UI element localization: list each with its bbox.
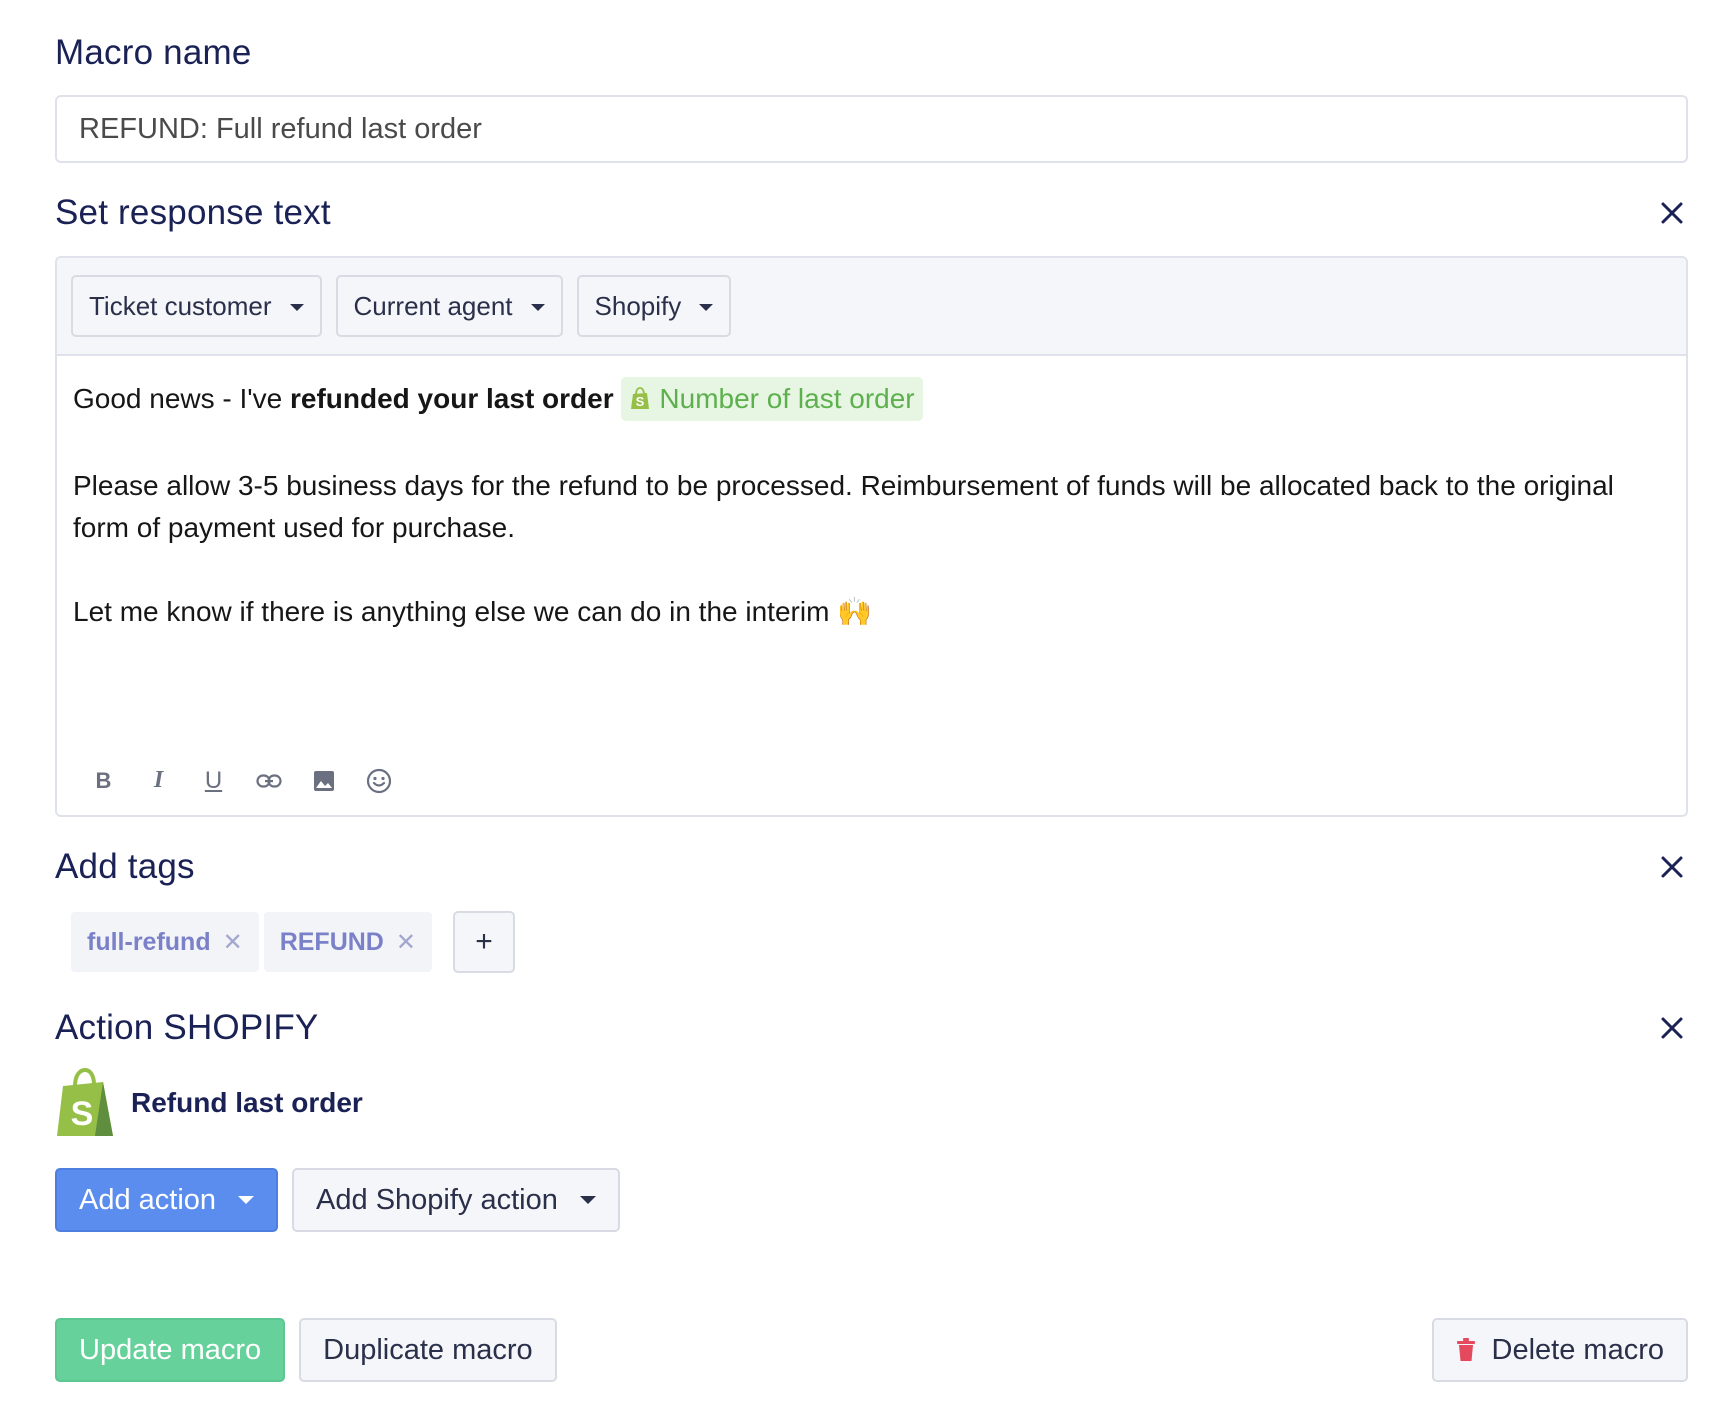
- remove-tag-icon[interactable]: ✕: [396, 928, 416, 957]
- tag-label: full-refund: [87, 927, 211, 956]
- footer-actions: Update macro Duplicate macro: [55, 1318, 557, 1382]
- response-text-area[interactable]: Good news - I've refunded your last orde…: [57, 356, 1686, 633]
- add-tag-button[interactable]: +: [452, 911, 515, 973]
- remove-response-close-icon[interactable]: [1656, 197, 1688, 229]
- remove-tags-close-icon[interactable]: [1656, 851, 1688, 883]
- variables-toolbar: Ticket customer Current agent Shopify: [57, 258, 1686, 356]
- remove-action-close-icon[interactable]: [1656, 1012, 1688, 1044]
- action-buttons: Add action Add Shopify action: [55, 1168, 620, 1232]
- tag-chip: REFUND ✕: [263, 912, 432, 972]
- remove-tag-icon[interactable]: ✕: [223, 928, 243, 957]
- italic-icon[interactable]: I: [142, 764, 175, 797]
- response-editor[interactable]: Ticket customer Current agent Shopify Go…: [55, 256, 1688, 817]
- macro-name-input[interactable]: [55, 95, 1688, 163]
- chevron-down-icon: [699, 303, 714, 311]
- response-paragraph-2: Please allow 3-5 business days for the r…: [73, 469, 1614, 543]
- ticket-customer-label: Ticket customer: [89, 290, 272, 321]
- link-icon[interactable]: [252, 764, 285, 797]
- formatting-toolbar: B I U: [87, 764, 395, 797]
- svg-text:S: S: [71, 1095, 94, 1133]
- response-line-1-bold: refunded your last order: [290, 383, 614, 414]
- underline-icon[interactable]: U: [197, 764, 230, 797]
- response-title: Set response text: [55, 193, 331, 232]
- shopify-variables-label: Shopify: [594, 290, 682, 321]
- ticket-customer-dropdown[interactable]: Ticket customer: [71, 275, 322, 337]
- shopify-action-item: S Refund last order: [55, 1068, 363, 1138]
- last-order-number-variable[interactable]: S Number of last order: [621, 376, 923, 421]
- macro-name-label: Macro name: [55, 33, 252, 72]
- chevron-down-icon: [579, 1196, 596, 1204]
- action-item-label: Refund last order: [131, 1087, 363, 1118]
- shopify-icon: S: [631, 386, 650, 409]
- shopify-logo-icon: S: [57, 1068, 113, 1136]
- emoji-icon[interactable]: [362, 764, 395, 797]
- footer-delete: Delete macro: [1431, 1318, 1688, 1382]
- tag-chip: full-refund ✕: [71, 912, 259, 972]
- chevron-down-icon: [238, 1196, 255, 1204]
- add-shopify-action-button[interactable]: Add Shopify action: [292, 1168, 620, 1232]
- response-paragraph-3: Let me know if there is anything else we…: [73, 595, 873, 627]
- update-macro-button[interactable]: Update macro: [55, 1318, 286, 1382]
- delete-macro-label: Delete macro: [1491, 1333, 1664, 1366]
- trash-icon: [1456, 1338, 1475, 1361]
- last-order-number-label: Number of last order: [659, 382, 915, 414]
- tags-section-header: Add tags: [55, 847, 1688, 887]
- response-section-header: Set response text: [55, 193, 1688, 233]
- image-icon[interactable]: [307, 764, 340, 797]
- svg-text:S: S: [636, 394, 645, 409]
- tags-list: full-refund ✕ REFUND ✕ +: [71, 911, 515, 973]
- bold-icon[interactable]: B: [87, 764, 120, 797]
- current-agent-dropdown[interactable]: Current agent: [335, 275, 563, 337]
- action-title: Action SHOPIFY: [55, 1008, 319, 1047]
- add-action-label: Add action: [79, 1183, 217, 1216]
- delete-macro-button[interactable]: Delete macro: [1431, 1318, 1688, 1382]
- response-line-1: Good news - I've refunded your last orde…: [73, 376, 1670, 423]
- current-agent-label: Current agent: [353, 290, 513, 321]
- action-section-header: Action SHOPIFY: [55, 1008, 1688, 1048]
- tags-title: Add tags: [55, 847, 195, 886]
- response-line-1-text: Good news - I've: [73, 383, 290, 414]
- chevron-down-icon: [289, 303, 304, 311]
- tag-label: REFUND: [279, 927, 384, 956]
- chevron-down-icon: [530, 303, 545, 311]
- shopify-variables-dropdown[interactable]: Shopify: [576, 275, 732, 337]
- add-action-button[interactable]: Add action: [55, 1168, 279, 1232]
- duplicate-macro-button[interactable]: Duplicate macro: [299, 1318, 557, 1382]
- add-shopify-action-label: Add Shopify action: [316, 1183, 558, 1216]
